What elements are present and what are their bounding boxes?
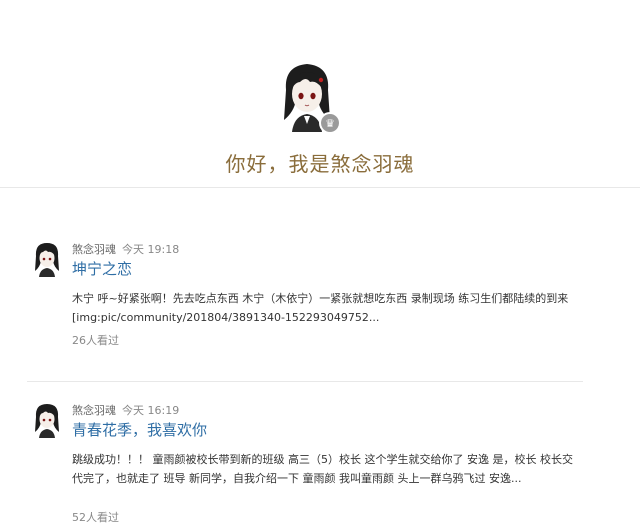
profile-greeting: 你好，我是煞念羽魂 bbox=[225, 152, 415, 176]
post-title-link[interactable]: 坤宁之恋 bbox=[72, 258, 132, 279]
author-avatar[interactable] bbox=[32, 402, 62, 438]
post-meta: 煞念羽魂 今天 19:18 bbox=[72, 241, 179, 257]
post-divider bbox=[27, 381, 583, 382]
post-author[interactable]: 煞念羽魂 bbox=[72, 243, 116, 256]
post-meta: 煞念羽魂 今天 16:19 bbox=[72, 402, 179, 418]
profile-header: ♛ 你好，我是煞念羽魂 bbox=[0, 0, 640, 188]
post-item[interactable]: 煞念羽魂 今天 16:19 青春花季，我喜欢你 跳级成功！！！ 童雨颜被校长带到新… bbox=[32, 402, 592, 527]
post-time: 今天 19:18 bbox=[122, 243, 180, 256]
post-time: 今天 16:19 bbox=[122, 404, 180, 417]
post-author[interactable]: 煞念羽魂 bbox=[72, 404, 116, 417]
crown-badge-icon: ♛ bbox=[319, 112, 341, 134]
author-avatar[interactable] bbox=[32, 241, 62, 277]
post-item[interactable]: 煞念羽魂 今天 19:18 坤宁之恋 木宁 呼~好紧张啊！先去吃点东西 木宁（木依… bbox=[32, 241, 592, 353]
post-title-link[interactable]: 青春花季，我喜欢你 bbox=[72, 419, 207, 440]
post-excerpt: 跳级成功！！！ 童雨颜被校长带到新的班级 高三（5）校长 这个学生就交给你了 安… bbox=[72, 453, 573, 485]
post-view-count: 52人看过 bbox=[72, 511, 119, 524]
post-excerpt: 木宁 呼~好紧张啊！先去吃点东西 木宁（木依宁）一紧张就想吃东西 录制现场 练习… bbox=[72, 292, 569, 324]
post-view-count: 26人看过 bbox=[72, 334, 119, 347]
